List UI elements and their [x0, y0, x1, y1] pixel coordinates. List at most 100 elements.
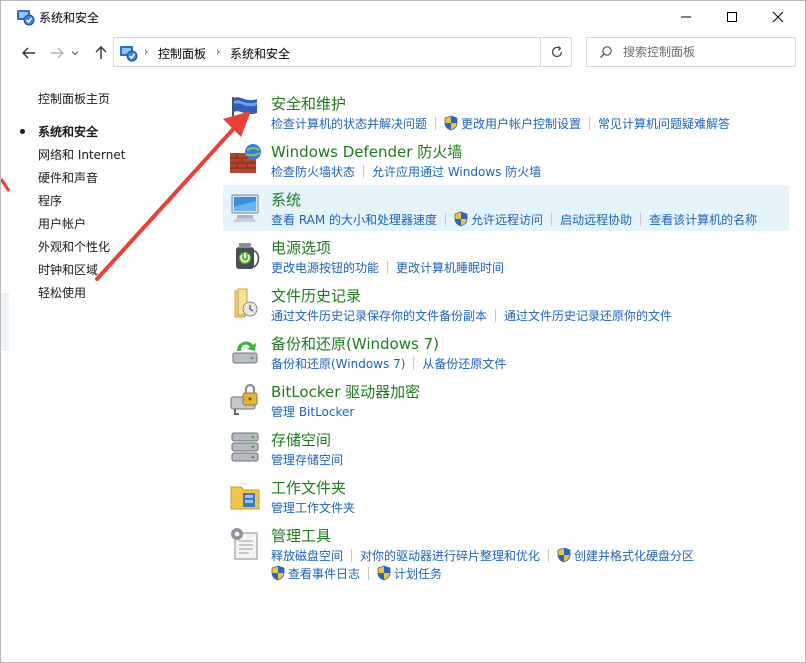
search-box[interactable]: [586, 37, 796, 67]
forward-button[interactable]: [45, 42, 69, 64]
category-links: 释放磁盘空间 对你的驱动器进行碎片整理和优化 创建并格式化硬盘分区: [271, 547, 694, 563]
control-panel-window: 系统和安全 › 控制面板 › 系统和安全 搜索控制面板 控制面板主页 系统和安全…: [0, 0, 806, 663]
breadcrumb-separator-icon: ›: [144, 45, 149, 58]
manage-bitlocker-link[interactable]: 管理 BitLocker: [271, 403, 354, 420]
restore-from-backup-link[interactable]: 从备份还原文件: [422, 355, 506, 372]
admin-tools-icon: [231, 528, 258, 560]
computer-icon: [231, 194, 259, 222]
category-storage-spaces: 存储空间 管理存储空间: [223, 425, 789, 471]
sidebar-item-ease-of-access[interactable]: 轻松使用: [38, 284, 86, 301]
category-title[interactable]: 管理工具: [271, 525, 331, 546]
allow-app-firewall-link[interactable]: 允许应用通过 Windows 防火墙: [372, 163, 541, 180]
manage-storage-link[interactable]: 管理存储空间: [271, 451, 343, 468]
sidebar-item-hardware[interactable]: 硬件和声音: [38, 169, 98, 186]
category-system: 系统 查看 RAM 的大小和处理器速度 允许远程访问 启动远程协助 查看该计算机…: [223, 185, 789, 231]
category-links: 管理工作文件夹: [271, 499, 355, 515]
sleep-time-link[interactable]: 更改计算机睡眠时间: [396, 259, 504, 276]
category-links: 管理存储空间: [271, 451, 343, 467]
link-divider: [413, 356, 415, 370]
category-links-second-row: 查看事件日志 计划任务: [271, 565, 442, 581]
manage-work-folders-link[interactable]: 管理工作文件夹: [271, 499, 355, 516]
category-admin-tools: 管理工具 释放磁盘空间 对你的驱动器进行碎片整理和优化 创建并格式化硬盘分区 查…: [223, 521, 789, 585]
search-input[interactable]: [623, 43, 791, 61]
firewall-icon: [230, 144, 261, 173]
uac-shield-icon: [377, 565, 391, 581]
task-scheduler-link[interactable]: 计划任务: [394, 565, 442, 582]
refresh-button[interactable]: [542, 37, 572, 67]
category-title[interactable]: 安全和维护: [271, 93, 346, 114]
minimize-button[interactable]: [663, 1, 709, 33]
up-button[interactable]: [89, 42, 113, 64]
storage-icon: [231, 432, 259, 462]
sidebar-item-network[interactable]: 网络和 Internet: [38, 146, 125, 163]
breadcrumb-control-panel[interactable]: 控制面板: [158, 45, 206, 62]
remote-access-link[interactable]: 允许远程访问: [471, 211, 543, 228]
event-log-link[interactable]: 查看事件日志: [288, 565, 360, 582]
category-title[interactable]: 系统: [271, 189, 301, 210]
arrow-right-icon: [51, 47, 64, 59]
active-bullet-icon: [20, 129, 25, 134]
work-folders-icon: [230, 486, 260, 510]
uac-settings-link[interactable]: 更改用户帐户控制设置: [461, 115, 581, 132]
category-power-options: 电源选项 更改电源按钮的功能 更改计算机睡眠时间: [223, 233, 789, 279]
restore-files-link[interactable]: 通过文件历史记录还原你的文件: [504, 307, 672, 324]
category-title[interactable]: 文件历史记录: [271, 285, 361, 306]
minimize-icon: [681, 16, 691, 18]
search-icon: [600, 46, 612, 58]
uac-shield-icon: [557, 547, 571, 563]
sidebar-item-user-accounts[interactable]: 用户帐户: [38, 215, 86, 232]
sidebar-item-programs[interactable]: 程序: [38, 192, 62, 209]
link-divider: [368, 566, 370, 580]
recent-locations-button[interactable]: [67, 42, 83, 64]
category-title[interactable]: Windows Defender 防火墙: [271, 141, 462, 162]
category-links: 备份和还原(Windows 7) 从备份还原文件: [271, 355, 506, 371]
free-disk-space-link[interactable]: 释放磁盘空间: [271, 547, 343, 564]
close-button[interactable]: [755, 1, 801, 33]
breadcrumb-separator-icon: ›: [216, 45, 221, 58]
link-divider: [551, 212, 553, 226]
category-title[interactable]: 工作文件夹: [271, 477, 346, 498]
chevron-down-icon: [71, 51, 79, 56]
title-bar: 系统和安全: [1, 1, 805, 33]
remote-assistance-link[interactable]: 启动远程协助: [560, 211, 632, 228]
category-title[interactable]: 备份和还原(Windows 7): [271, 333, 439, 354]
backup-restore-link[interactable]: 备份和还原(Windows 7): [271, 355, 405, 372]
link-divider: [351, 548, 353, 562]
sidebar-home-link[interactable]: 控制面板主页: [38, 90, 110, 107]
view-ram-link[interactable]: 查看 RAM 的大小和处理器速度: [271, 211, 437, 228]
backup-icon: [232, 341, 258, 364]
power-button-link[interactable]: 更改电源按钮的功能: [271, 259, 379, 276]
refresh-icon: [551, 46, 562, 58]
arrow-left-icon: [22, 47, 35, 59]
category-title[interactable]: BitLocker 驱动器加密: [271, 381, 420, 402]
uac-shield-icon: [271, 565, 285, 581]
breadcrumb-system-security[interactable]: 系统和安全: [230, 45, 290, 62]
firewall-status-link[interactable]: 检查防火墙状态: [271, 163, 355, 180]
sidebar: 控制面板主页 系统和安全 网络和 Internet 硬件和声音 程序 用户帐户 …: [1, 81, 221, 381]
troubleshoot-link[interactable]: 常见计算机问题疑难解答: [598, 115, 730, 132]
back-button[interactable]: [17, 42, 41, 64]
create-partition-link[interactable]: 创建并格式化硬盘分区: [574, 547, 694, 564]
category-work-folders: 工作文件夹 管理工作文件夹: [223, 473, 789, 519]
category-links: 管理 BitLocker: [271, 403, 354, 419]
category-title[interactable]: 存储空间: [271, 429, 331, 450]
control-panel-icon: [17, 10, 35, 26]
backup-copy-link[interactable]: 通过文件历史记录保存你的文件备份副本: [271, 307, 487, 324]
address-bar[interactable]: › 控制面板 › 系统和安全: [113, 37, 638, 67]
computer-name-link[interactable]: 查看该计算机的名称: [649, 211, 757, 228]
check-status-link[interactable]: 检查计算机的状态并解决问题: [271, 115, 427, 132]
link-divider: [363, 164, 365, 178]
sidebar-item-appearance[interactable]: 外观和个性化: [38, 238, 110, 255]
maximize-button[interactable]: [709, 1, 755, 33]
category-links: 检查防火墙状态 允许应用通过 Windows 防火墙: [271, 163, 541, 179]
category-backup-restore: 备份和还原(Windows 7) 备份和还原(Windows 7) 从备份还原文…: [223, 329, 789, 375]
flag-icon: [232, 97, 257, 126]
window-title: 系统和安全: [39, 11, 100, 25]
file-history-icon: [234, 288, 258, 318]
sidebar-item-system-security[interactable]: 系统和安全: [38, 123, 98, 140]
link-divider: [445, 212, 447, 226]
defragment-link[interactable]: 对你的驱动器进行碎片整理和优化: [360, 547, 540, 564]
control-panel-icon: [120, 46, 138, 62]
sidebar-item-clock-region[interactable]: 时钟和区域: [38, 261, 98, 278]
category-title[interactable]: 电源选项: [271, 237, 331, 258]
